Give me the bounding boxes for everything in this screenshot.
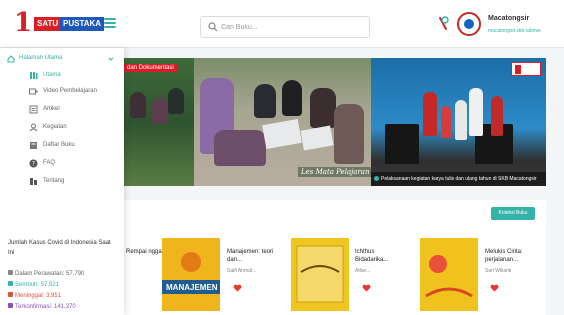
book-cover-art-icon <box>291 238 349 311</box>
photo-person <box>214 130 266 166</box>
book-cover[interactable] <box>420 238 478 311</box>
sidebar-item-video[interactable]: Video Pembelajaran <box>0 84 124 99</box>
photo-person <box>310 88 336 128</box>
logo-number[interactable]: 1 <box>14 10 32 36</box>
tools-icon[interactable] <box>437 16 449 32</box>
top-bar: 1 SATU PUSTAKA Macatongsir macatongsir.s… <box>0 0 564 48</box>
book-author: Sari Wilianti <box>485 268 512 274</box>
photo-person <box>152 98 168 124</box>
photo-paper <box>262 119 302 149</box>
slide-photo-right: Pelaksanaan kegiatan karya tulis dan ula… <box>371 58 546 186</box>
info-icon <box>30 178 37 185</box>
sidebar-item-kegiatan[interactable]: Kegiatan <box>0 120 124 135</box>
help-icon: ? <box>29 159 38 168</box>
photo-paper <box>300 125 334 151</box>
favorite-heart-icon[interactable] <box>490 284 499 292</box>
covid-stat-label: Meninggal: 3,951 <box>15 293 62 299</box>
slide-photo-center: Les Mata Pelajaran <box>194 58 373 186</box>
covid-stat-deaths: Meninggal: 3,951 <box>8 292 61 299</box>
logo-satu[interactable]: SATU <box>34 17 62 31</box>
book-cover-art-icon <box>162 238 220 311</box>
photo-person <box>423 92 437 136</box>
stat-dot-icon <box>8 281 13 286</box>
photo-person <box>334 104 364 164</box>
photo-speaker <box>385 124 419 164</box>
covid-stat-label: Sembuh: 57,921 <box>15 282 60 288</box>
book-title[interactable]: Melukis Cinta: perjalanan... <box>485 248 545 264</box>
sidebar-item-label: Tentang <box>43 178 65 184</box>
book-title[interactable]: Ichthus Bidadarika... <box>355 248 407 264</box>
stat-dot-icon <box>8 270 13 275</box>
menu-toggle-icon[interactable] <box>104 18 116 28</box>
sidebar-item-daftar-buku[interactable]: Daftar Buku <box>0 138 124 153</box>
article-icon <box>29 105 38 114</box>
photo-person <box>469 88 483 136</box>
sidebar-section-label: Halaman Utama <box>19 55 63 61</box>
photo-person <box>455 100 467 140</box>
book-cover[interactable] <box>291 238 349 311</box>
photo-person <box>130 92 146 118</box>
sidebar-section-home[interactable]: Halaman Utama <box>0 52 124 66</box>
photo-person <box>282 80 302 116</box>
home-icon <box>7 55 15 63</box>
slide-label: dan Dokumentasi <box>124 64 177 72</box>
sidebar-item-label: FAQ <box>43 160 56 166</box>
stat-dot-icon <box>8 292 13 297</box>
slide-photo-left: dan Dokumentasi <box>124 58 194 186</box>
page: 1 SATU PUSTAKA Macatongsir macatongsir.s… <box>0 0 564 315</box>
book-cover[interactable]: MANAJEMEN <box>162 238 220 311</box>
logo-pustaka[interactable]: PUSTAKA <box>60 17 105 31</box>
svg-text:?: ? <box>32 161 35 168</box>
search-bar[interactable] <box>200 16 370 38</box>
covid-stat-treated: Dalam Perawatan: 57,790 <box>8 270 84 277</box>
video-icon <box>29 88 38 95</box>
library-icon <box>30 72 38 79</box>
search-input[interactable] <box>221 20 361 34</box>
org-seal-icon[interactable] <box>457 12 481 36</box>
sidebar-item-label: Utama <box>43 72 61 78</box>
book-cover-text: MANAJEMEN <box>166 283 218 292</box>
book-cover-art-icon <box>420 238 478 311</box>
slide-caption: Les Mata Pelajaran <box>298 167 373 177</box>
favorite-heart-icon[interactable] <box>362 284 371 292</box>
photo-person <box>168 88 184 114</box>
chevron-down-icon <box>108 57 114 61</box>
hero-slider[interactable]: dan Dokumentasi Les Mata Pelajaran Pelak… <box>124 58 546 186</box>
book-list-icon <box>30 142 37 149</box>
covid-stat-confirmed: Terkonfirmasi: 141,370 <box>8 303 76 310</box>
covid-stat-recovered: Sembuh: 57,921 <box>8 281 59 288</box>
book-collection-button[interactable]: Koleksi Buku <box>491 207 535 220</box>
sidebar-item-utama[interactable]: Utama <box>0 68 124 83</box>
sidebar-item-label: Video Pembelajaran <box>43 88 97 94</box>
photo-person <box>254 84 276 118</box>
sidebar-item-tentang[interactable]: Tentang <box>0 174 124 189</box>
sidebar: Halaman Utama Utama Video Pembelajaran A… <box>0 48 124 315</box>
activity-icon <box>29 123 38 132</box>
slide-caption: Pelaksanaan kegiatan karya tulis dan ula… <box>371 172 546 186</box>
sidebar-item-label: Artikel <box>43 106 60 112</box>
covid-stats-title: Jumlah Kasus Covid di Indonesia Saat Ini <box>8 240 111 256</box>
search-icon <box>208 22 218 32</box>
stat-dot-icon <box>8 303 13 308</box>
covid-stat-label: Terkonfirmasi: 141,370 <box>15 304 76 310</box>
book-author: Alfan... <box>355 268 371 274</box>
photo-person <box>491 96 503 136</box>
org-subtitle: macatongsir.skb.rabove <box>488 28 541 34</box>
covid-stat-label: Dalam Perawatan: 57,790 <box>15 271 85 277</box>
photo-person <box>441 106 451 138</box>
sidebar-item-artikel[interactable]: Artikel <box>0 102 124 117</box>
org-name[interactable]: Macatongsir <box>488 15 529 22</box>
sidebar-item-label: Daftar Buku <box>43 142 75 148</box>
book-author: Saifi Ahmat... <box>227 268 257 274</box>
book-title[interactable]: Manajemen: teori dan... <box>227 248 279 264</box>
sidebar-item-label: Kegiatan <box>43 124 67 130</box>
sidebar-item-faq[interactable]: ? FAQ <box>0 156 124 171</box>
slide-logo-icon <box>511 62 541 76</box>
favorite-heart-icon[interactable] <box>233 284 242 292</box>
